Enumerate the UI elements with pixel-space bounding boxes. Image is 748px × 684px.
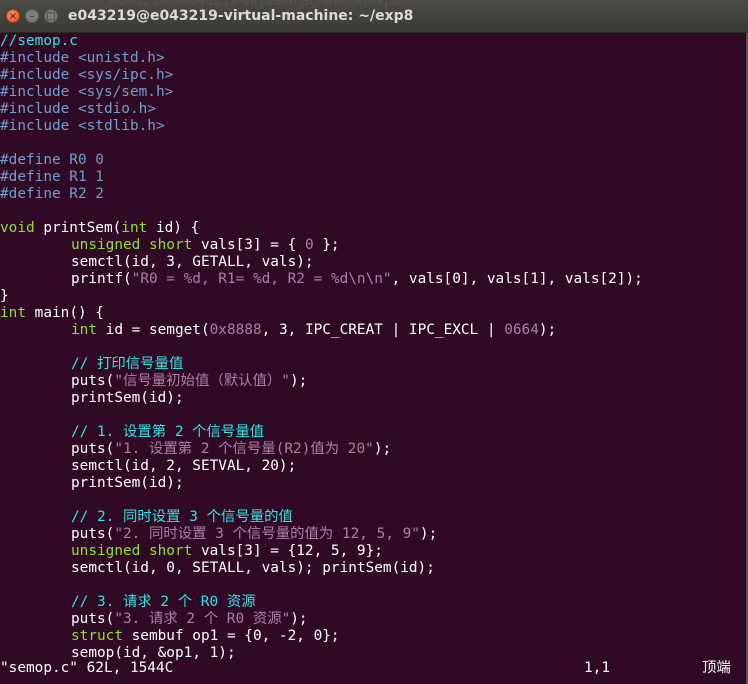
comment-line: // 1. 设置第 2 个信号量值 bbox=[71, 424, 265, 440]
code-line: puts("1. 设置第 2 个信号量(R2)值为 20"); bbox=[0, 441, 748, 458]
code-line: puts("信号量初始值（默认值）"); bbox=[0, 373, 748, 390]
code-line: int id = semget(0x8888, 3, IPC_CREAT | I… bbox=[0, 322, 748, 339]
string-literal: "R0 = %d, R1= %d, R2 = %d\n\n" bbox=[131, 271, 392, 287]
close-button[interactable]: × bbox=[6, 9, 20, 23]
code-line: #include <stdio.h> bbox=[0, 101, 156, 117]
number-literal: 0 bbox=[304, 237, 314, 253]
type-keyword: void bbox=[0, 220, 35, 236]
code-line: #include <sys/ipc.h> bbox=[0, 67, 174, 83]
maximize-button[interactable]: □ bbox=[44, 9, 58, 23]
code-token: puts( bbox=[71, 441, 115, 457]
code-line: //semop.c bbox=[0, 33, 78, 49]
minimize-button[interactable]: – bbox=[25, 9, 39, 23]
type-keyword: unsigned short bbox=[71, 543, 193, 559]
title-bar[interactable]: e043219@e043219-virtual-machine: ~/exp8 … bbox=[0, 0, 748, 33]
code-token: printSem( bbox=[34, 220, 122, 236]
code-line: unsigned short vals[3] = { 0 }; bbox=[0, 237, 748, 254]
code-line: semctl(id, 2, SETVAL, 20); bbox=[71, 458, 297, 474]
code-token: ); bbox=[419, 526, 438, 542]
code-token: main() { bbox=[26, 305, 104, 321]
type-keyword: unsigned short bbox=[71, 237, 193, 253]
code-line: void printSem(int id) { bbox=[0, 220, 748, 237]
code-token: }; bbox=[313, 237, 340, 253]
file-info: "semop.c" 62L, 1544C bbox=[0, 660, 174, 676]
code-line: #include <stdlib.h> bbox=[0, 118, 165, 134]
code-token: ); bbox=[289, 373, 308, 389]
terminal-window: e043219@e043219-virtual-machine: ~/exp8 … bbox=[0, 0, 748, 684]
code-token: id = semget( bbox=[97, 322, 210, 338]
code-token: ); bbox=[538, 322, 557, 338]
string-literal: "3. 请求 2 个 R0 资源" bbox=[114, 611, 291, 627]
code-token: vals[3] = { bbox=[192, 237, 305, 253]
code-token: printf( bbox=[71, 271, 132, 287]
code-token: puts( bbox=[71, 526, 115, 542]
type-keyword: int bbox=[71, 322, 97, 338]
type-keyword: struct bbox=[71, 628, 123, 644]
comment-line: // 2. 同时设置 3 个信号量的值 bbox=[71, 509, 293, 525]
code-line: #define R2 2 bbox=[0, 186, 104, 202]
window-title: e043219@e043219-virtual-machine: ~/exp8 bbox=[68, 8, 414, 24]
string-literal: "2. 同时设置 3 个信号量的值为 12, 5, 9" bbox=[114, 526, 420, 542]
code-token: , 3, IPC_CREAT | IPC_EXCL | bbox=[261, 322, 505, 338]
code-line: semctl(id, 3, GETALL, vals); bbox=[71, 254, 314, 270]
code-token: ); bbox=[290, 611, 308, 627]
code-token: , vals[0], vals[1], vals[2]); bbox=[391, 271, 643, 287]
code-line: puts("2. 同时设置 3 个信号量的值为 12, 5, 9"); bbox=[0, 526, 748, 543]
code-line: semctl(id, 0, SETALL, vals); printSem(id… bbox=[71, 560, 435, 576]
number-literal: 0x8888 bbox=[209, 322, 262, 338]
code-line: unsigned short vals[3] = {12, 5, 9}; bbox=[0, 543, 748, 560]
code-line: #include <unistd.h> bbox=[0, 50, 165, 66]
code-line: } bbox=[0, 288, 9, 304]
comment-line: // 3. 请求 2 个 R0 资源 bbox=[71, 594, 256, 610]
string-literal: "信号量初始值（默认值）" bbox=[114, 373, 290, 389]
type-keyword: int bbox=[0, 305, 26, 321]
code-line: printSem(id); bbox=[71, 390, 184, 406]
scroll-indicator: 顶端 bbox=[702, 660, 731, 676]
comment-line: // 打印信号量值 bbox=[71, 356, 184, 372]
code-line: int main() { bbox=[0, 305, 748, 322]
code-line: printSem(id); bbox=[71, 475, 184, 491]
code-token: ); bbox=[373, 441, 392, 457]
code-token: puts( bbox=[71, 611, 115, 627]
string-literal: "1. 设置第 2 个信号量(R2)值为 20" bbox=[114, 441, 374, 457]
code-line: #define R1 1 bbox=[0, 169, 104, 185]
vim-status-line: "semop.c" 62L, 1544C 1,1 顶端 bbox=[0, 660, 748, 677]
code-line: struct sembuf op1 = {0, -2, 0}; bbox=[0, 628, 748, 645]
code-token: puts( bbox=[71, 373, 115, 389]
code-token: sembuf op1 = {0, -2, 0}; bbox=[122, 628, 340, 644]
vim-editor[interactable]: //semop.c #include <unistd.h> #include <… bbox=[0, 33, 748, 684]
code-line: #include <sys/sem.h> bbox=[0, 84, 174, 100]
type-keyword: int bbox=[121, 220, 148, 236]
cursor-position: 1,1 bbox=[584, 660, 610, 676]
code-line: #define R0 0 bbox=[0, 152, 104, 168]
code-line: printf("R0 = %d, R1= %d, R2 = %d\n\n", v… bbox=[0, 271, 748, 288]
number-literal: 0664 bbox=[504, 322, 539, 338]
code-token: id) { bbox=[147, 220, 200, 236]
code-token: vals[3] = {12, 5, 9}; bbox=[192, 543, 383, 559]
code-line: puts("3. 请求 2 个 R0 资源"); bbox=[0, 611, 748, 628]
